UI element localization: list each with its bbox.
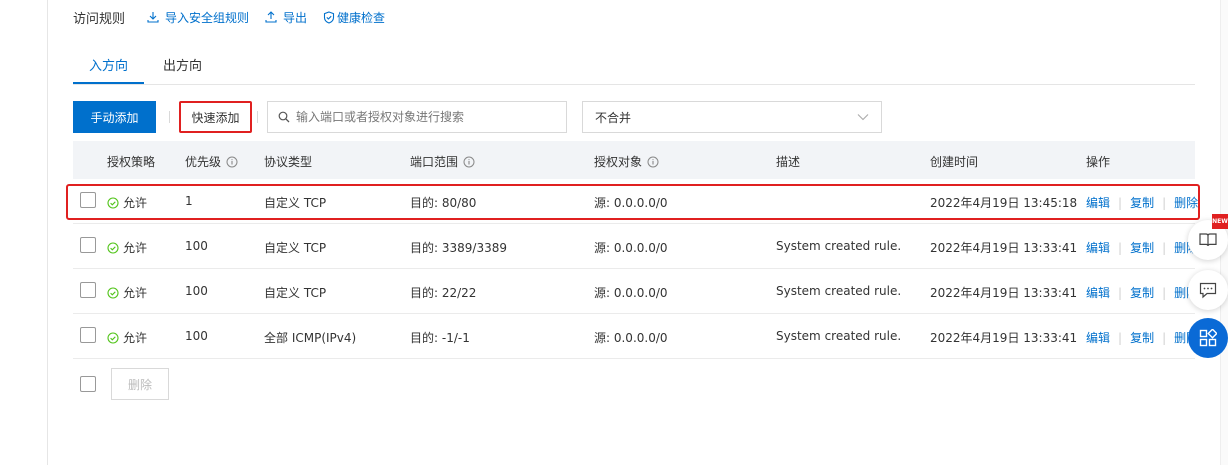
protocol-cell: 自定义 TCP bbox=[264, 241, 327, 255]
apps-float-button[interactable] bbox=[1188, 318, 1228, 358]
section-title: 访问规则 bbox=[73, 11, 126, 27]
health-check-link[interactable]: 健康检查 bbox=[323, 9, 385, 26]
chevron-down-icon bbox=[857, 113, 869, 121]
policy-text: 允许 bbox=[123, 286, 148, 300]
col-protocol: 协议类型 bbox=[264, 155, 313, 169]
desc-cell: System created rule. bbox=[776, 239, 902, 253]
batch-delete-button[interactable]: 删除 bbox=[111, 368, 169, 400]
ops-cell: 编辑 | 复制 | 删除 bbox=[1086, 284, 1198, 301]
direction-tabs: 入方向 出方向 bbox=[73, 46, 1195, 85]
search-box[interactable] bbox=[267, 101, 567, 133]
col-desc: 描述 bbox=[776, 155, 801, 169]
search-input[interactable] bbox=[296, 110, 556, 124]
ops-divider: | bbox=[1162, 330, 1167, 345]
row-checkbox[interactable] bbox=[80, 237, 96, 253]
port-cell: 目的: 22/22 bbox=[410, 286, 477, 300]
search-icon bbox=[278, 111, 290, 123]
row-highlight-box bbox=[66, 184, 1200, 220]
import-rules-label: 导入安全组规则 bbox=[165, 10, 250, 25]
col-port: 端口范围 bbox=[410, 153, 475, 170]
import-rules-link[interactable]: 导入安全组规则 bbox=[147, 9, 249, 26]
export-link[interactable]: 导出 bbox=[265, 9, 307, 26]
object-cell: 源: 0.0.0.0/0 bbox=[594, 286, 668, 300]
tab-inbound[interactable]: 入方向 bbox=[89, 55, 128, 74]
table-header: 授权策略 优先级 协议类型 端口范围 授权对象 描述 创建时间 操作 bbox=[73, 141, 1195, 179]
info-icon[interactable] bbox=[463, 156, 475, 168]
col-object: 授权对象 bbox=[594, 153, 659, 170]
chat-icon bbox=[1199, 282, 1217, 299]
info-icon[interactable] bbox=[226, 156, 238, 168]
export-icon bbox=[265, 11, 277, 23]
copy-link[interactable]: 复制 bbox=[1130, 284, 1154, 301]
protocol-cell: 自定义 TCP bbox=[264, 286, 327, 300]
edit-link[interactable]: 编辑 bbox=[1086, 329, 1110, 346]
policy-text: 允许 bbox=[123, 331, 148, 345]
table-row: 允许 100 自定义 TCP 目的: 22/22 源: 0.0.0.0/0 Sy… bbox=[73, 270, 1198, 314]
desc-cell: System created rule. bbox=[776, 284, 902, 298]
priority-cell: 100 bbox=[185, 329, 208, 343]
created-cell: 2022年4月19日 13:33:41 bbox=[930, 241, 1078, 255]
copy-link[interactable]: 复制 bbox=[1130, 239, 1154, 256]
created-cell: 2022年4月19日 13:33:41 bbox=[930, 286, 1078, 300]
port-cell: 目的: 3389/3389 bbox=[410, 241, 507, 255]
grid-apps-icon bbox=[1199, 329, 1217, 347]
toolbar-divider bbox=[169, 111, 170, 123]
created-cell: 2022年4月19日 13:33:41 bbox=[930, 331, 1078, 345]
health-check-label: 健康检查 bbox=[337, 10, 386, 25]
priority-cell: 100 bbox=[185, 284, 208, 298]
check-circle-icon bbox=[107, 286, 119, 299]
row-checkbox[interactable] bbox=[80, 282, 96, 298]
import-icon bbox=[147, 11, 159, 23]
export-label: 导出 bbox=[283, 10, 308, 25]
check-circle-icon bbox=[107, 331, 119, 344]
col-priority: 优先级 bbox=[185, 153, 238, 170]
ops-divider: | bbox=[1162, 240, 1167, 255]
policy-cell: 允许 bbox=[107, 329, 147, 346]
port-cell: 目的: -1/-1 bbox=[410, 331, 470, 345]
col-port-label: 端口范围 bbox=[410, 155, 459, 169]
ops-divider: | bbox=[1118, 240, 1123, 255]
section-header: 访问规则 导入安全组规则 导出 健康检查 bbox=[73, 8, 401, 27]
new-badge: NEW bbox=[1212, 214, 1228, 229]
priority-cell: 100 bbox=[185, 239, 208, 253]
shield-check-icon bbox=[323, 10, 335, 24]
toolbar: 手动添加 快速添加 不合并 bbox=[73, 101, 883, 133]
protocol-cell: 全部 ICMP(IPv4) bbox=[264, 331, 357, 345]
edit-link[interactable]: 编辑 bbox=[1086, 239, 1110, 256]
ops-cell: 编辑 | 复制 | 删除 bbox=[1086, 239, 1198, 256]
row-checkbox[interactable] bbox=[80, 327, 96, 343]
object-cell: 源: 0.0.0.0/0 bbox=[594, 241, 668, 255]
manual-add-button[interactable]: 手动添加 bbox=[73, 101, 156, 133]
feedback-float-button[interactable] bbox=[1188, 270, 1228, 310]
col-priority-label: 优先级 bbox=[185, 155, 222, 169]
col-object-label: 授权对象 bbox=[594, 155, 643, 169]
quick-add-button[interactable]: 快速添加 bbox=[179, 101, 252, 133]
col-created: 创建时间 bbox=[930, 155, 979, 169]
toolbar-divider bbox=[257, 111, 258, 123]
policy-cell: 允许 bbox=[107, 284, 147, 301]
col-policy: 授权策略 bbox=[107, 155, 156, 169]
merge-select-value: 不合并 bbox=[595, 110, 632, 125]
copy-link[interactable]: 复制 bbox=[1130, 329, 1154, 346]
table-row: 允许 100 全部 ICMP(IPv4) 目的: -1/-1 源: 0.0.0.… bbox=[73, 315, 1198, 359]
book-icon bbox=[1199, 232, 1217, 248]
check-circle-icon bbox=[107, 241, 119, 254]
ops-divider: | bbox=[1118, 330, 1123, 345]
info-icon[interactable] bbox=[647, 156, 659, 168]
active-tab-indicator bbox=[73, 82, 144, 84]
desc-cell: System created rule. bbox=[776, 329, 902, 343]
policy-cell: 允许 bbox=[107, 239, 147, 256]
policy-text: 允许 bbox=[123, 241, 148, 255]
table-row: 允许 100 自定义 TCP 目的: 3389/3389 源: 0.0.0.0/… bbox=[73, 225, 1198, 269]
tab-outbound[interactable]: 出方向 bbox=[163, 55, 202, 74]
ops-cell: 编辑 | 复制 | 删除 bbox=[1086, 329, 1198, 346]
object-cell: 源: 0.0.0.0/0 bbox=[594, 331, 668, 345]
ops-divider: | bbox=[1118, 285, 1123, 300]
select-all-checkbox[interactable] bbox=[80, 376, 96, 392]
merge-select[interactable]: 不合并 bbox=[582, 101, 882, 133]
edit-link[interactable]: 编辑 bbox=[1086, 284, 1110, 301]
col-ops: 操作 bbox=[1086, 155, 1111, 169]
left-divider bbox=[47, 0, 48, 465]
ops-divider: | bbox=[1162, 285, 1167, 300]
